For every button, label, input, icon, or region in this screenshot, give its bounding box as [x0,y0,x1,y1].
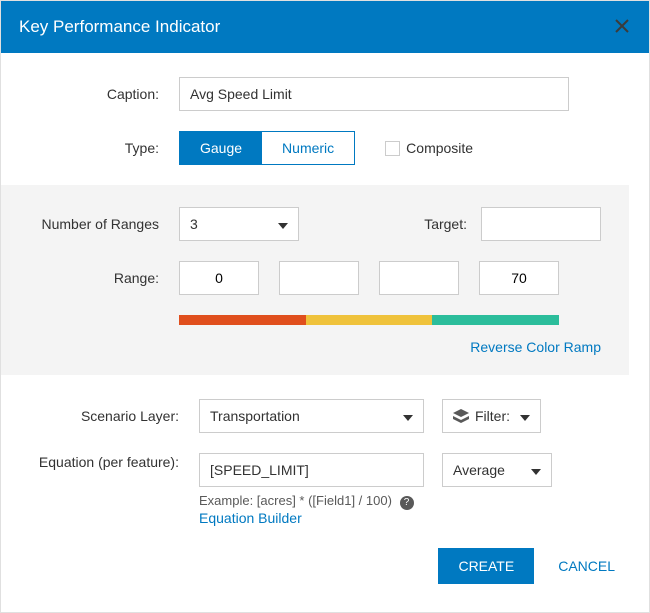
ramp-segment-1 [306,315,433,325]
target-input[interactable] [481,207,601,241]
ranges-panel: Number of Ranges 3 Target: Range: [1,185,629,375]
caption-row: Caption: [9,77,621,111]
filter-button[interactable]: Filter: [442,399,541,433]
scenario-layer-select[interactable]: Transportation [199,399,424,433]
scenario-layer-value: Transportation [210,408,300,424]
number-of-ranges-label: Number of Ranges [9,216,179,233]
color-ramp [179,315,559,325]
number-of-ranges-value: 3 [190,216,198,232]
range-input-3[interactable] [479,261,559,295]
reverse-ramp-row: Reverse Color Ramp [9,339,601,355]
aggregation-value: Average [453,462,505,478]
dialog-body: Caption: Type: Gauge Numeric Composite N… [1,53,649,548]
scenario-layer-label: Scenario Layer: [9,408,199,425]
caret-down-icon [403,408,413,424]
type-gauge-button[interactable]: Gauge [180,132,262,164]
composite-label: Composite [406,140,473,156]
equation-row: Equation (per feature): Average Example:… [9,453,621,526]
caret-down-icon [531,462,541,478]
close-icon [614,18,630,34]
range-input-1[interactable] [279,261,359,295]
type-numeric-button[interactable]: Numeric [262,132,354,164]
ramp-segment-0 [179,315,306,325]
checkbox-icon [385,141,400,156]
type-segmented: Gauge Numeric [179,131,355,165]
ramp-segment-2 [432,315,559,325]
layers-icon [453,409,469,423]
type-label: Type: [9,140,179,157]
equation-input[interactable] [199,453,424,487]
caption-label: Caption: [9,86,179,103]
scenario-row: Scenario Layer: Transportation Filter: [9,399,621,433]
caret-down-icon [278,216,288,232]
help-icon[interactable]: ? [400,496,414,510]
target-label: Target: [424,216,481,232]
dialog-header: Key Performance Indicator [1,1,649,53]
caption-input[interactable] [179,77,569,111]
range-input-2[interactable] [379,261,459,295]
equation-builder-link[interactable]: Equation Builder [199,510,302,526]
type-row: Type: Gauge Numeric Composite [9,131,621,165]
reverse-color-ramp-link[interactable]: Reverse Color Ramp [470,339,601,355]
equation-label: Equation (per feature): [9,453,199,471]
equation-hint: Example: [acres] * ([Field1] / 100) ? [199,493,414,510]
number-of-ranges-select[interactable]: 3 [179,207,299,241]
close-button[interactable] [611,15,633,37]
range-label: Range: [9,270,179,287]
dialog-footer: CREATE CANCEL [1,548,649,612]
cancel-button[interactable]: CANCEL [552,557,621,575]
dialog-title: Key Performance Indicator [19,17,220,37]
aggregation-select[interactable]: Average [442,453,552,487]
filter-label: Filter: [475,408,510,424]
kpi-dialog: Key Performance Indicator Caption: Type:… [0,0,650,613]
range-values-row: Range: [9,261,601,295]
ranges-top-row: Number of Ranges 3 Target: [9,207,601,241]
caret-down-icon [520,408,530,424]
composite-checkbox[interactable]: Composite [385,140,473,156]
create-button[interactable]: CREATE [438,548,534,584]
range-input-0[interactable] [179,261,259,295]
